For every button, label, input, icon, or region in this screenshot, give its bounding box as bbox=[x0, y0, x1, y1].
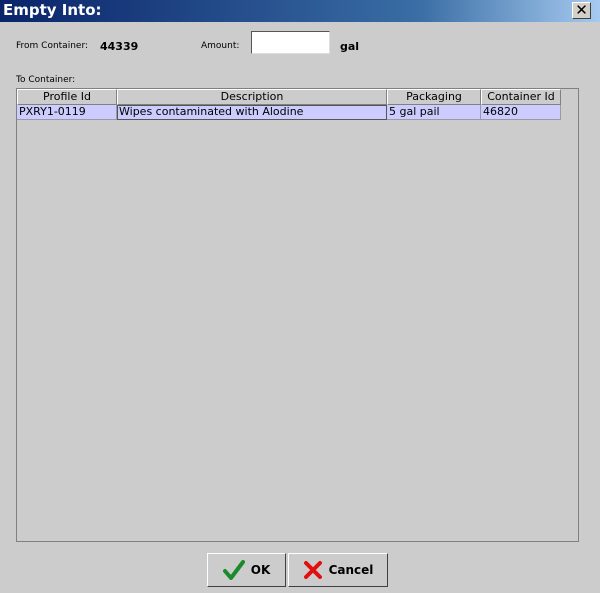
cell-profile-id[interactable]: PXRY1-0119 bbox=[17, 105, 117, 120]
window-title: Empty Into: bbox=[3, 1, 102, 19]
from-container-value: 44339 bbox=[100, 40, 139, 53]
x-icon bbox=[303, 560, 323, 580]
cell-description[interactable]: Wipes contaminated with Alodine bbox=[117, 105, 387, 120]
to-container-table[interactable]: Profile Id Description Packaging Contain… bbox=[16, 88, 579, 542]
column-header-description[interactable]: Description bbox=[117, 89, 387, 105]
ok-label: OK bbox=[250, 563, 271, 577]
title-bar: Empty Into: ✕ bbox=[0, 0, 600, 22]
table-header: Profile Id Description Packaging Contain… bbox=[17, 89, 561, 105]
cancel-button[interactable]: Cancel bbox=[288, 553, 388, 587]
ok-button[interactable]: OK bbox=[207, 553, 286, 587]
close-icon: ✕ bbox=[575, 1, 588, 19]
column-header-packaging[interactable]: Packaging bbox=[387, 89, 481, 105]
table-row[interactable]: PXRY1-0119 Wipes contaminated with Alodi… bbox=[17, 105, 561, 120]
cell-container-id[interactable]: 46820 bbox=[481, 105, 561, 120]
column-header-profile-id[interactable]: Profile Id bbox=[17, 89, 117, 105]
close-button[interactable]: ✕ bbox=[572, 2, 591, 19]
amount-label: Amount: bbox=[201, 41, 240, 51]
amount-input[interactable] bbox=[251, 31, 330, 54]
amount-unit: gal bbox=[340, 40, 360, 53]
cancel-label: Cancel bbox=[328, 563, 374, 577]
from-container-label: From Container: bbox=[16, 41, 89, 51]
to-container-label: To Container: bbox=[16, 75, 76, 85]
cell-packaging[interactable]: 5 gal pail bbox=[387, 105, 481, 120]
column-header-container-id[interactable]: Container Id bbox=[481, 89, 561, 105]
checkmark-icon bbox=[222, 560, 245, 580]
